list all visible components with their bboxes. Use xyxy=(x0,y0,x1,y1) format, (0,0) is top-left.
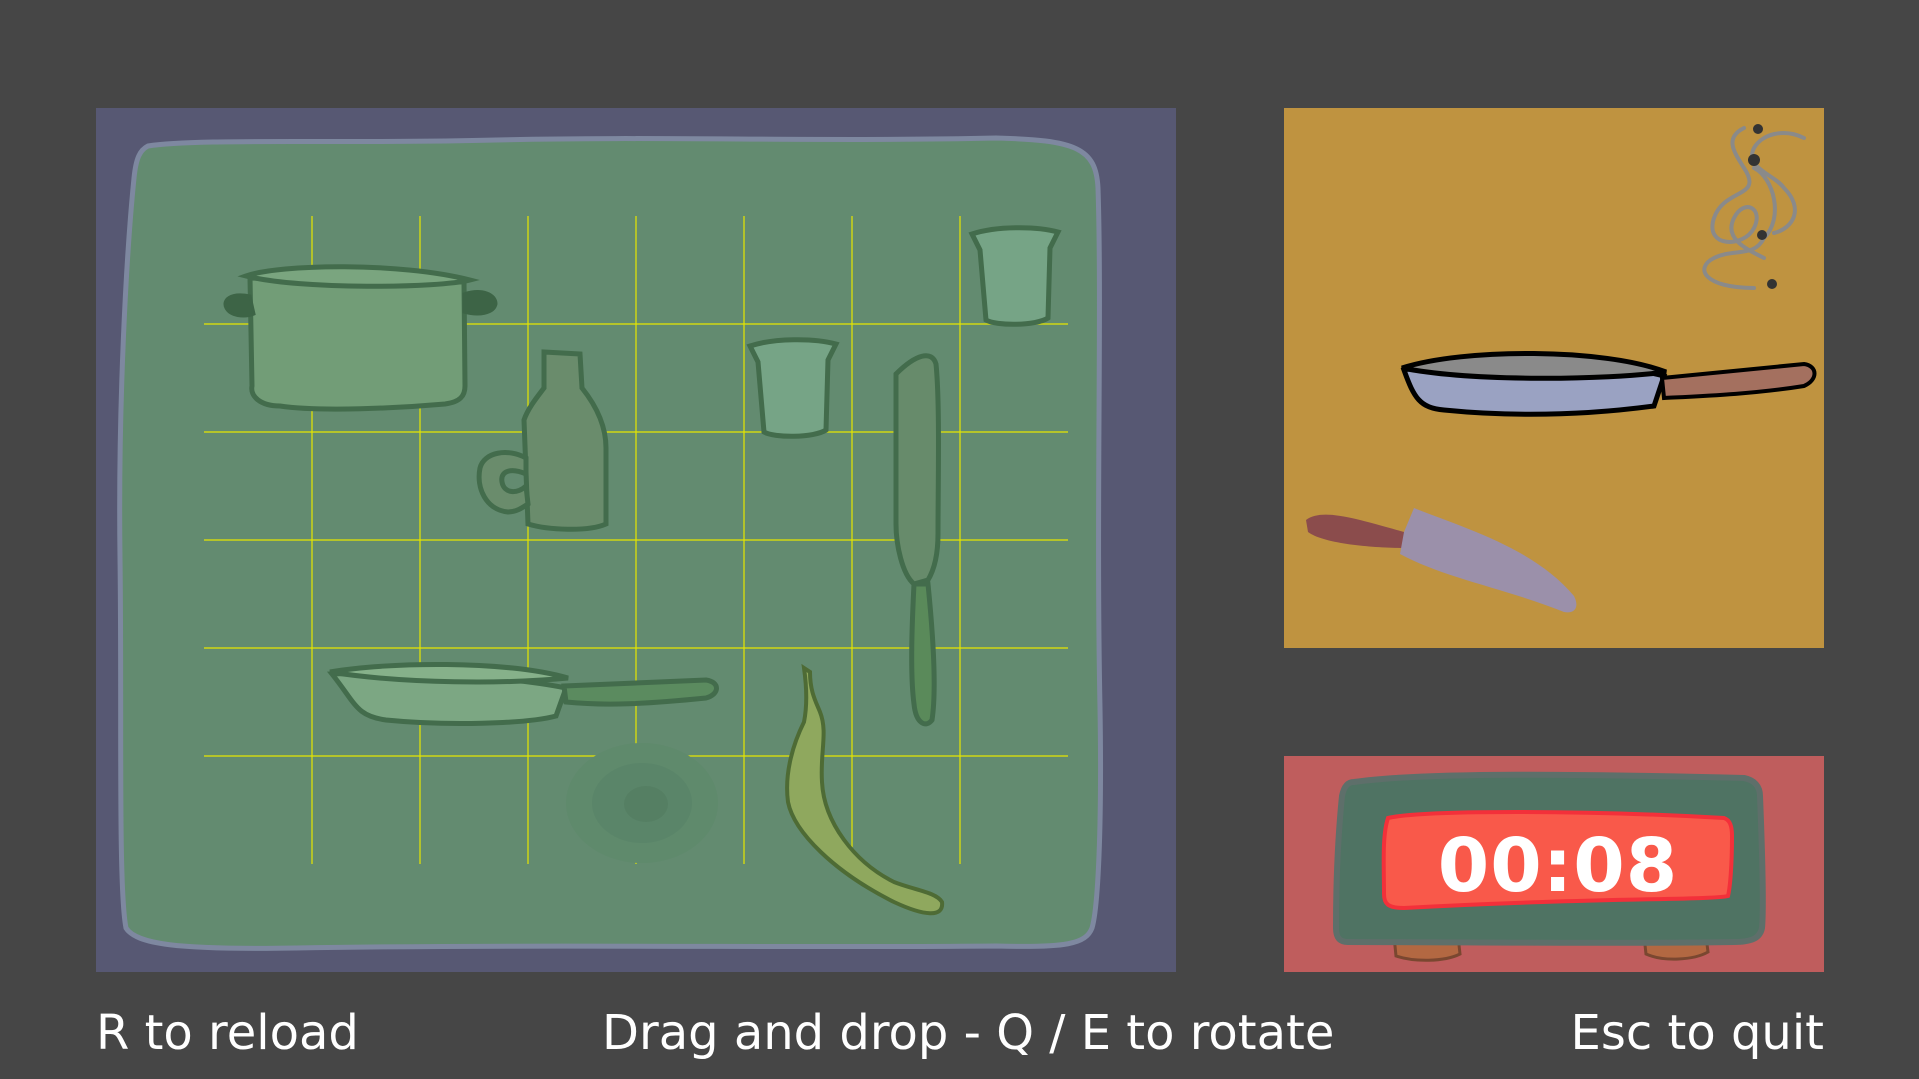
cup-piece[interactable] xyxy=(744,334,844,444)
timer-panel: 00:08 xyxy=(1284,756,1824,972)
lid-shadow-piece xyxy=(566,743,718,863)
frying-pan-piece[interactable] xyxy=(326,654,726,734)
cup-piece[interactable] xyxy=(966,222,1066,332)
mug-piece[interactable] xyxy=(458,348,638,538)
steam-icon xyxy=(1702,126,1806,290)
banana-piece[interactable] xyxy=(774,662,974,962)
timer-display: 00:08 xyxy=(1437,823,1679,909)
preview-illustration xyxy=(1306,124,1817,613)
puzzle-board[interactable] xyxy=(96,108,1176,972)
drag-rotate-hint: Drag and drop - Q / E to rotate xyxy=(602,1005,1335,1061)
reload-hint: R to reload xyxy=(96,1005,359,1061)
target-preview xyxy=(1284,108,1824,648)
quit-hint: Esc to quit xyxy=(1570,1005,1824,1061)
frying-pan-icon xyxy=(1400,350,1817,417)
knife-icon xyxy=(1306,508,1577,613)
